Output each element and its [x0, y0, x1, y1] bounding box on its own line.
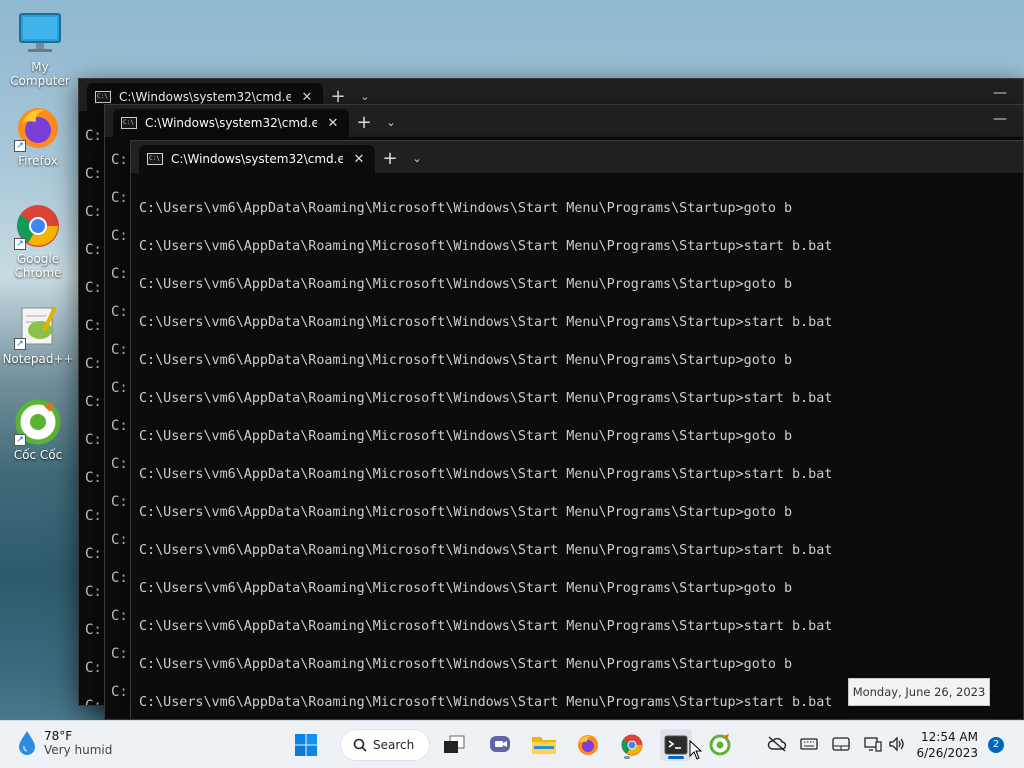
terminal-line: C:\Users\vm6\AppData\Roaming\Microsoft\W… [139, 239, 833, 254]
network-icon[interactable] [862, 733, 884, 755]
terminal-line: C:\Users\vm6\AppData\Roaming\Microsoft\W… [139, 315, 833, 330]
terminal-icon [664, 735, 688, 755]
close-tab-icon[interactable]: ✕ [325, 116, 341, 131]
terminal-line: C:\Users\vm6\AppData\Roaming\Microsoft\W… [139, 581, 793, 596]
terminal-line: C:\Users\vm6\AppData\Roaming\Microsoft\W… [139, 467, 833, 482]
notification-badge[interactable]: 2 [988, 737, 1004, 753]
terminal-line: C:\Users\vm6\AppData\Roaming\Microsoft\W… [139, 277, 793, 292]
desktop-icon-label: Firefox [18, 154, 58, 168]
firefox-icon [578, 735, 598, 755]
shortcut-arrow-icon: ↗ [14, 338, 26, 350]
terminal-body[interactable]: C:\Users\vm6\AppData\Roaming\Microsoft\W… [131, 173, 1023, 719]
new-tab-button[interactable]: + [375, 145, 405, 173]
cmd-icon: C:\ [121, 117, 137, 129]
search-icon [353, 738, 367, 752]
minimize-button[interactable]: — [993, 111, 1007, 127]
tab-cmd[interactable]: C:\ C:\Windows\system32\cmd.e: ✕ [113, 109, 349, 137]
chat-button[interactable] [484, 729, 516, 761]
weather-temp: 78°F [44, 729, 73, 743]
shortcut-arrow-icon: ↗ [14, 434, 26, 446]
clock-date: 6/26/2023 [916, 746, 978, 760]
shortcut-arrow-icon: ↗ [14, 140, 26, 152]
taskbar-firefox[interactable] [572, 729, 604, 761]
tab-title: C:\Windows\system32\cmd.e: [171, 152, 343, 166]
tab-dropdown-button[interactable]: ⌄ [379, 109, 403, 137]
desktop-icon-label: Cốc Cốc [13, 448, 63, 462]
taskbar-terminal[interactable] [660, 729, 692, 761]
humidity-drop-icon [16, 729, 38, 757]
firefox-icon: ↗ [14, 104, 62, 152]
desktop-icon-label: Google Chrome [14, 252, 62, 280]
file-explorer-button[interactable] [528, 729, 560, 761]
tab-dropdown-button[interactable]: ⌄ [405, 145, 429, 173]
taskbar-search[interactable]: Search [340, 729, 430, 761]
desktop-icon-firefox[interactable]: ↗ Firefox [0, 104, 76, 168]
terminal-line: C:\Users\vm6\AppData\Roaming\Microsoft\W… [139, 505, 793, 520]
terminal-window-front[interactable]: C:\ C:\Windows\system32\cmd.e: ✕ + ⌄ C:\… [130, 140, 1024, 720]
chat-icon [490, 736, 510, 752]
terminal-line: C:\Users\vm6\AppData\Roaming\Microsoft\W… [139, 201, 793, 216]
minimize-button[interactable]: — [993, 85, 1007, 101]
tab-title: C:\Windows\system32\cmd.e: [145, 116, 317, 130]
terminal-line: C:\Users\vm6\AppData\Roaming\Microsoft\W… [139, 391, 833, 406]
terminal-line: C:\Users\vm6\AppData\Roaming\Microsoft\W… [139, 543, 833, 558]
desktop-icon-coccoc[interactable]: ↗ Cốc Cốc [0, 398, 76, 462]
desktop-icon-my-computer[interactable]: My Computer [2, 10, 78, 88]
terminal-line: C:\Users\vm6\AppData\Roaming\Microsoft\W… [139, 353, 793, 368]
shortcut-arrow-icon: ↗ [14, 238, 26, 250]
tab-bar: C:\ C:\Windows\system32\cmd.e: ✕ + ⌄ [105, 105, 1023, 137]
desktop-icon-label: My Computer [10, 60, 70, 88]
cmd-icon: C:\ [95, 91, 111, 103]
folder-icon [532, 737, 556, 754]
mouse-cursor-icon [689, 740, 703, 760]
weather-condition: Very humid [44, 743, 113, 757]
terminal-line: C:\Users\vm6\AppData\Roaming\Microsoft\W… [139, 619, 833, 634]
taskbar-chrome[interactable] [616, 729, 648, 761]
notepadpp-icon: ↗ [14, 302, 62, 350]
clock-time: 12:54 AM [921, 730, 978, 744]
task-view-button[interactable] [438, 729, 470, 761]
date-tooltip: Monday, June 26, 2023 [848, 678, 990, 706]
weather-widget[interactable]: 78°F Very humid [16, 729, 112, 757]
touchpad-icon[interactable] [830, 733, 852, 755]
taskbar: 78°F Very humid Search 12:54 AM 6/26/202… [0, 720, 1024, 768]
tab-title: C:\Windows\system32\cmd.e: [119, 90, 291, 104]
coccoc-icon: ↗ [14, 398, 62, 446]
close-tab-icon[interactable]: ✕ [351, 152, 367, 167]
desktop-icon-label: Notepad++ [2, 352, 74, 366]
chrome-icon [621, 734, 643, 756]
running-indicator [624, 756, 630, 759]
volume-icon[interactable] [886, 733, 908, 755]
tab-bar: C:\ C:\Windows\system32\cmd.e: ✕ + ⌄ [131, 141, 1023, 173]
active-indicator [668, 756, 684, 759]
cloud-offline-icon[interactable] [766, 733, 788, 755]
terminal-line: C:\Users\vm6\AppData\Roaming\Microsoft\W… [139, 429, 793, 444]
coccoc-icon [709, 734, 731, 756]
desktop-icon-notepadpp[interactable]: ↗ Notepad++ [0, 302, 76, 366]
close-tab-icon[interactable]: ✕ [299, 90, 315, 105]
search-label: Search [373, 738, 415, 752]
chrome-icon: ↗ [14, 202, 62, 250]
taskbar-coccoc[interactable] [704, 729, 736, 761]
task-view-icon [444, 735, 465, 753]
taskbar-clock[interactable]: 12:54 AM 6/26/2023 [916, 729, 978, 761]
tab-cmd[interactable]: C:\ C:\Windows\system32\cmd.e: ✕ [139, 145, 375, 173]
start-button[interactable] [290, 729, 322, 761]
cmd-icon: C:\ [147, 153, 163, 165]
windows-logo-icon [295, 734, 317, 756]
monitor-icon [16, 10, 64, 58]
desktop-icon-chrome[interactable]: ↗ Google Chrome [0, 202, 76, 280]
keyboard-icon[interactable] [798, 733, 820, 755]
new-tab-button[interactable]: + [349, 109, 379, 137]
